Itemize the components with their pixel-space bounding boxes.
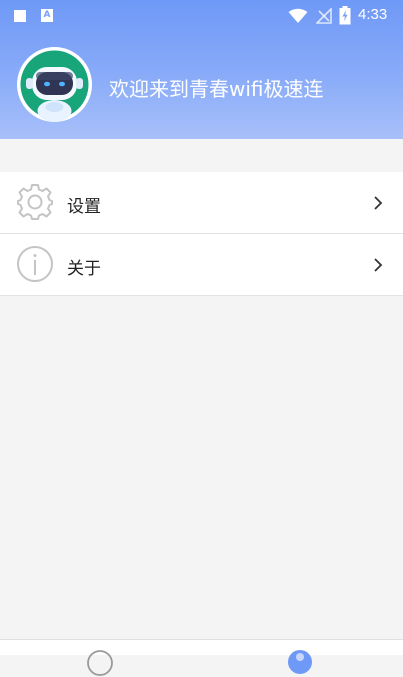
- settings-menu: 设置 关于: [0, 172, 403, 296]
- menu-item-settings[interactable]: 设置: [0, 172, 403, 234]
- menu-item-label: 设置: [67, 197, 101, 217]
- info-icon: [17, 246, 53, 282]
- welcome-title: 欢迎来到青春wifi极速连: [109, 77, 324, 101]
- gear-icon: [17, 184, 53, 220]
- a-badge-icon: A: [41, 9, 53, 22]
- menu-item-label: 关于: [67, 259, 101, 279]
- chevron-right-icon: [374, 196, 383, 210]
- notification-square-icon: [14, 10, 26, 22]
- chevron-right-icon: [374, 258, 383, 272]
- wifi-icon: [288, 8, 308, 23]
- signal-icon: [316, 8, 332, 24]
- status-bar: A 4:33: [0, 0, 403, 32]
- robot-avatar[interactable]: [17, 47, 92, 122]
- menu-item-about[interactable]: 关于: [0, 234, 403, 296]
- profile-header: A 4:33 欢迎来到青春wifi极速连: [0, 0, 403, 139]
- battery-charging-icon: [339, 6, 351, 25]
- tab-home-icon[interactable]: [86, 649, 114, 677]
- status-time: 4:33: [358, 6, 388, 23]
- tab-profile-icon[interactable]: [286, 648, 314, 676]
- bottom-tab-bar: [0, 639, 403, 676]
